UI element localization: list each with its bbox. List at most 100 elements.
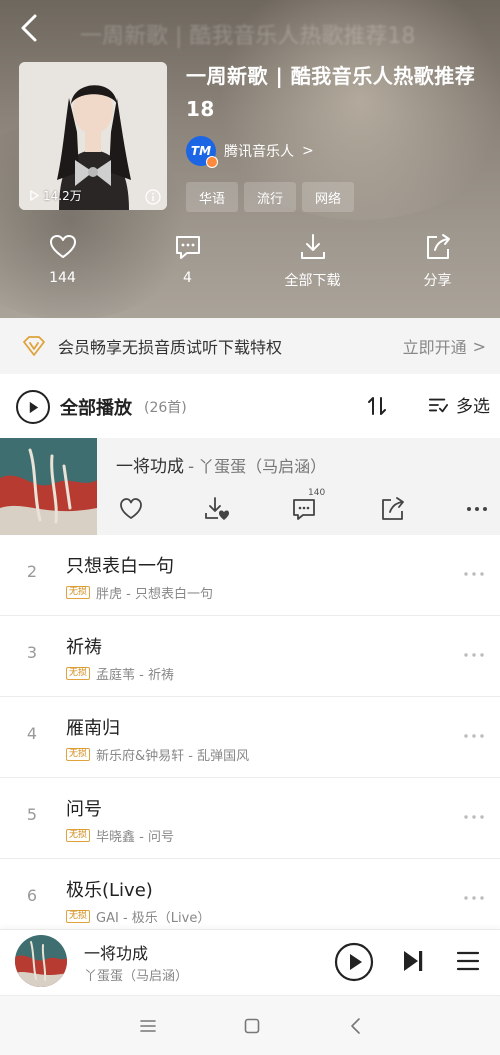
current-song-cover[interactable] bbox=[0, 438, 97, 535]
song-count: (26首) bbox=[144, 400, 187, 416]
back-icon[interactable] bbox=[346, 1016, 366, 1036]
song-title: 祈祷 bbox=[66, 637, 102, 658]
lossless-badge: 无损 bbox=[66, 829, 91, 842]
comment-button[interactable]: 140 bbox=[290, 488, 325, 524]
heart-icon bbox=[49, 235, 76, 258]
mini-player-title: 一将功成 bbox=[84, 944, 149, 963]
vip-promo-text: 会员畅享无损音质试听下载特权 bbox=[58, 338, 283, 357]
playlist-actions: 144 4 全部下载 分享 bbox=[0, 232, 500, 302]
lossless-badge: 无损 bbox=[66, 748, 91, 761]
song-number: 3 bbox=[26, 643, 38, 662]
current-song-card[interactable]: 一将功成 - 丫蛋蛋（马启涵） 140 bbox=[0, 438, 500, 535]
tag-chip[interactable]: 流行 bbox=[244, 182, 297, 212]
song-title: 问号 bbox=[66, 799, 102, 820]
song-subtitle: 无损 毕晓鑫 - 问号 bbox=[66, 826, 174, 845]
next-track-icon[interactable] bbox=[400, 948, 426, 974]
playlist-queue-icon[interactable] bbox=[455, 948, 481, 974]
title-separator: - bbox=[188, 457, 195, 477]
song-subtitle: 无损 新乐府&钟易轩 - 乱弹国风 bbox=[66, 745, 249, 764]
verified-badge bbox=[206, 156, 218, 168]
tag-list: 华语 流行 网络 bbox=[186, 182, 355, 212]
song-artist-album: GAI - 极乐（Live） bbox=[96, 911, 211, 926]
mini-player-artist: 丫蛋蛋（马启涵） bbox=[84, 969, 189, 984]
chevron-right-icon: > bbox=[472, 336, 486, 356]
song-row[interactable]: 4 雁南归 无损 新乐府&钟易轩 - 乱弹国风 bbox=[0, 697, 500, 778]
lossless-badge: 无损 bbox=[66, 586, 91, 599]
more-icon[interactable] bbox=[462, 568, 486, 580]
comment-count: 140 bbox=[308, 488, 326, 498]
favorite-button[interactable]: 144 bbox=[0, 232, 125, 302]
song-row[interactable]: 3 祈祷 无损 孟庭苇 - 祈祷 bbox=[0, 616, 500, 697]
play-button-icon[interactable] bbox=[334, 942, 374, 982]
song-artist-album: 毕晓鑫 - 问号 bbox=[96, 830, 174, 845]
creator-avatar: TM bbox=[186, 136, 218, 168]
more-icon[interactable] bbox=[462, 730, 486, 742]
song-subtitle: 无损 孟庭苇 - 祈祷 bbox=[66, 664, 174, 683]
comment-icon bbox=[175, 236, 200, 259]
song-subtitle: 无损 胖虎 - 只想表白一句 bbox=[66, 583, 213, 602]
play-all-label: 全部播放 bbox=[60, 398, 132, 419]
more-icon[interactable] bbox=[462, 494, 492, 524]
tag-chip[interactable]: 华语 bbox=[186, 182, 239, 212]
menu-icon[interactable] bbox=[138, 1016, 158, 1036]
download-all-button[interactable]: 全部下载 bbox=[250, 232, 375, 302]
favorite-count: 144 bbox=[49, 270, 76, 286]
song-cover-image bbox=[15, 935, 67, 987]
song-row[interactable]: 6 极乐(Live) 无损 GAI - 极乐（Live） bbox=[0, 859, 500, 940]
multi-select-button[interactable]: 多选 bbox=[428, 392, 490, 417]
song-number: 6 bbox=[26, 886, 38, 905]
chevron-right-icon: > bbox=[302, 143, 314, 159]
song-title: 雁南归 bbox=[66, 718, 120, 739]
current-song-title: 一将功成 bbox=[116, 457, 184, 477]
comment-icon bbox=[293, 499, 315, 520]
creator-name: 腾讯音乐人 bbox=[224, 144, 294, 160]
song-title: 极乐(Live) bbox=[66, 880, 153, 901]
vip-open-link[interactable]: 立即开通 bbox=[403, 334, 467, 358]
play-triangle-icon bbox=[29, 401, 38, 413]
faint-nav-title: 一周新歌 | 酷我音乐人热歌推荐18 bbox=[80, 24, 416, 49]
system-navigation-bar bbox=[0, 995, 500, 1055]
tag-chip[interactable]: 网络 bbox=[302, 182, 355, 212]
song-row[interactable]: 2 只想表白一句 无损 胖虎 - 只想表白一句 bbox=[0, 535, 500, 616]
mini-player-cover[interactable] bbox=[15, 935, 67, 987]
more-icon[interactable] bbox=[462, 649, 486, 661]
share-icon bbox=[426, 234, 450, 259]
info-icon[interactable] bbox=[145, 189, 161, 205]
creator-link[interactable]: TM 腾讯音乐人 > bbox=[186, 136, 314, 168]
download-icon[interactable] bbox=[202, 494, 232, 524]
playlist-header: 一周新歌 | 酷我音乐人热歌推荐18 14.2万 一周新歌 | 酷我音乐人热歌推… bbox=[0, 0, 500, 318]
song-title: 只想表白一句 bbox=[66, 556, 174, 577]
heart-icon[interactable] bbox=[116, 494, 146, 524]
share-button[interactable]: 分享 bbox=[375, 232, 500, 302]
vip-diamond-icon bbox=[23, 336, 45, 356]
home-icon[interactable] bbox=[242, 1016, 262, 1036]
play-all-row: 全部播放 (26首) 多选 bbox=[0, 382, 500, 432]
play-all-button[interactable]: 全部播放 (26首) bbox=[16, 390, 187, 424]
play-circle-icon bbox=[16, 390, 50, 424]
song-artist-album: 孟庭苇 - 祈祷 bbox=[96, 668, 174, 683]
mini-player[interactable]: 一将功成 丫蛋蛋（马启涵） bbox=[0, 929, 500, 993]
sort-icon[interactable] bbox=[366, 394, 390, 418]
chevron-left-icon bbox=[21, 14, 37, 42]
play-count: 14.2万 bbox=[29, 187, 82, 204]
playlist-cover[interactable]: 14.2万 bbox=[19, 62, 167, 210]
back-button[interactable] bbox=[16, 12, 46, 44]
song-cover-image bbox=[0, 438, 97, 535]
lossless-badge: 无损 bbox=[66, 667, 91, 680]
more-icon[interactable] bbox=[462, 811, 486, 823]
song-number: 2 bbox=[26, 562, 38, 581]
more-icon[interactable] bbox=[462, 892, 486, 904]
current-song-actions: 140 bbox=[114, 488, 494, 528]
play-count-text: 14.2万 bbox=[43, 189, 82, 203]
comment-count: 4 bbox=[183, 270, 192, 286]
comment-button[interactable]: 4 bbox=[125, 232, 250, 302]
song-number: 4 bbox=[26, 724, 38, 743]
playlist-title: 一周新歌 | 酷我音乐人热歌推荐18 bbox=[186, 64, 476, 121]
song-artist-album: 新乐府&钟易轩 - 乱弹国风 bbox=[96, 749, 250, 764]
vip-promo-bar[interactable]: 会员畅享无损音质试听下载特权 立即开通 > bbox=[0, 318, 500, 374]
song-row[interactable]: 5 问号 无损 毕晓鑫 - 问号 bbox=[0, 778, 500, 859]
song-artist-album: 胖虎 - 只想表白一句 bbox=[96, 587, 213, 602]
multi-select-icon bbox=[428, 398, 448, 412]
lossless-badge: 无损 bbox=[66, 910, 91, 923]
share-icon[interactable] bbox=[378, 494, 408, 524]
